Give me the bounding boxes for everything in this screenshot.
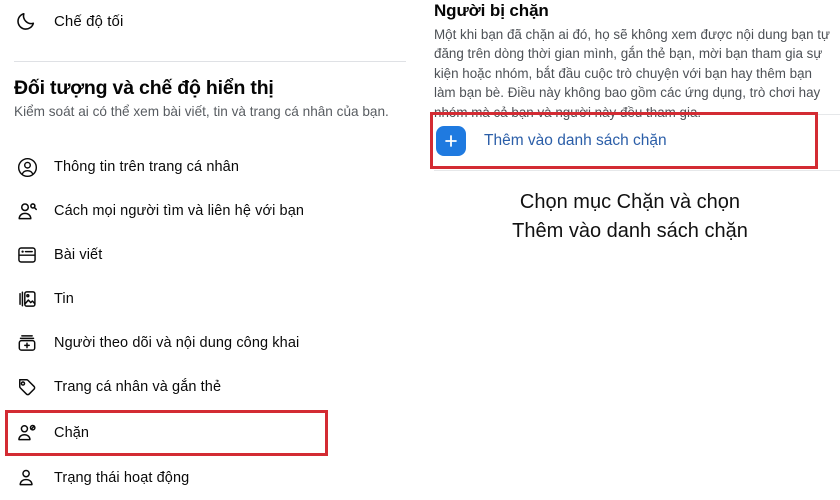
user-active-icon [14, 465, 40, 491]
sidebar-item-active-status[interactable]: Trạng thái hoạt động [14, 463, 189, 493]
sidebar-item-label: Tin [54, 291, 74, 307]
caption-line-2: Thêm vào danh sách chặn [512, 220, 748, 242]
sidebar-item-stories[interactable]: Tin [14, 284, 74, 314]
caption-line-1: Chọn mục Chặn và chọn [519, 191, 741, 213]
sidebar-item-dark-mode[interactable]: Chế độ tối [14, 8, 123, 34]
section-title: Đối tượng và chế độ hiển thị [14, 77, 274, 99]
sidebar-item-profile-and-tagging[interactable]: Trang cá nhân và gắn thẻ [14, 372, 221, 402]
sidebar-item-label: Bài viết [54, 247, 103, 263]
settings-left-panel: Chế độ tối Đối tượng và chế độ hiển thị … [0, 0, 420, 500]
sidebar-item-label: Trang cá nhân và gắn thẻ [54, 379, 222, 395]
panel-divider-top [434, 114, 840, 115]
sidebar-item-how-people-find-you[interactable]: Cách mọi người tìm và liên hệ với bạn [14, 196, 304, 226]
sidebar-item-profile-info[interactable]: Thông tin trên trang cá nhân [14, 152, 239, 182]
sidebar-item-label: Người theo dõi và nội dung công khai [54, 335, 300, 351]
follower-plus-icon [14, 330, 40, 356]
panel-title: Người bị chặn [434, 1, 549, 20]
sidebar-item-label: Cách mọi người tìm và liên hệ với bạn [54, 203, 305, 219]
instruction-caption: Chọn mục Chặn và chọn Thêm vào danh sách… [420, 188, 840, 246]
section-divider [14, 61, 406, 62]
tag-icon [14, 374, 40, 400]
panel-divider-bottom [434, 170, 840, 171]
blocking-detail-panel: Người bị chặn Một khi bạn đã chặn ai đó,… [420, 0, 840, 500]
plus-icon [436, 126, 466, 156]
user-block-icon [14, 420, 40, 446]
sidebar-item-posts[interactable]: Bài viết [14, 240, 102, 270]
sidebar-item-label: Chặn [54, 425, 90, 441]
add-to-block-list-button[interactable]: Thêm vào danh sách chặn [436, 122, 667, 160]
post-card-icon [14, 242, 40, 268]
user-search-icon [14, 198, 40, 224]
add-to-block-list-label: Thêm vào danh sách chặn [484, 132, 667, 149]
panel-description: Một khi bạn đã chặn ai đó, họ sẽ không x… [434, 27, 830, 120]
user-circle-icon [14, 154, 40, 180]
sidebar-item-label: Chế độ tối [54, 12, 124, 30]
moon-icon [14, 8, 38, 34]
section-subtitle: Kiểm soát ai có thể xem bài viết, tin và… [14, 104, 389, 120]
section-header: Đối tượng và chế độ hiển thị Kiểm soát a… [14, 76, 414, 122]
sidebar-item-label: Thông tin trên trang cá nhân [54, 159, 239, 175]
settings-screenshot: Chế độ tối Đối tượng và chế độ hiển thị … [0, 0, 840, 500]
sidebar-item-blocking[interactable]: Chặn [14, 418, 89, 448]
sidebar-item-followers-public-content[interactable]: Người theo dõi và nội dung công khai [14, 328, 299, 358]
stories-photo-icon [14, 286, 40, 312]
sidebar-item-label: Trạng thái hoạt động [54, 470, 190, 486]
